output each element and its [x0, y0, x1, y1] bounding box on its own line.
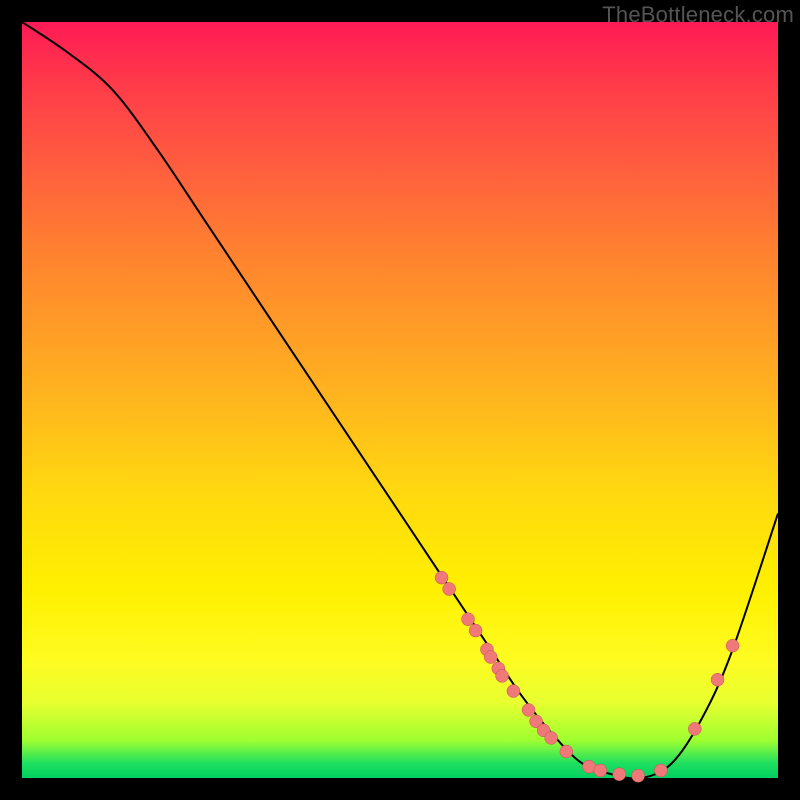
- data-dot: [435, 571, 448, 584]
- chart-svg: [22, 22, 778, 778]
- data-dot: [632, 769, 645, 782]
- chart-frame: TheBottleneck.com: [0, 0, 800, 800]
- data-dots: [435, 571, 739, 782]
- data-dot: [688, 722, 701, 735]
- data-dot: [711, 673, 724, 686]
- data-dot: [594, 764, 607, 777]
- data-dot: [443, 583, 456, 596]
- data-dot: [484, 651, 497, 664]
- data-dot: [726, 639, 739, 652]
- watermark-text: TheBottleneck.com: [602, 2, 794, 28]
- data-dot: [545, 731, 558, 744]
- data-dot: [613, 768, 626, 781]
- data-dot: [496, 669, 509, 682]
- curve-line: [22, 22, 778, 779]
- data-dot: [583, 760, 596, 773]
- plot-area: [22, 22, 778, 778]
- data-dot: [654, 764, 667, 777]
- data-dot: [507, 685, 520, 698]
- data-dot: [522, 703, 535, 716]
- data-dot: [560, 745, 573, 758]
- data-dot: [469, 624, 482, 637]
- data-dot: [462, 613, 475, 626]
